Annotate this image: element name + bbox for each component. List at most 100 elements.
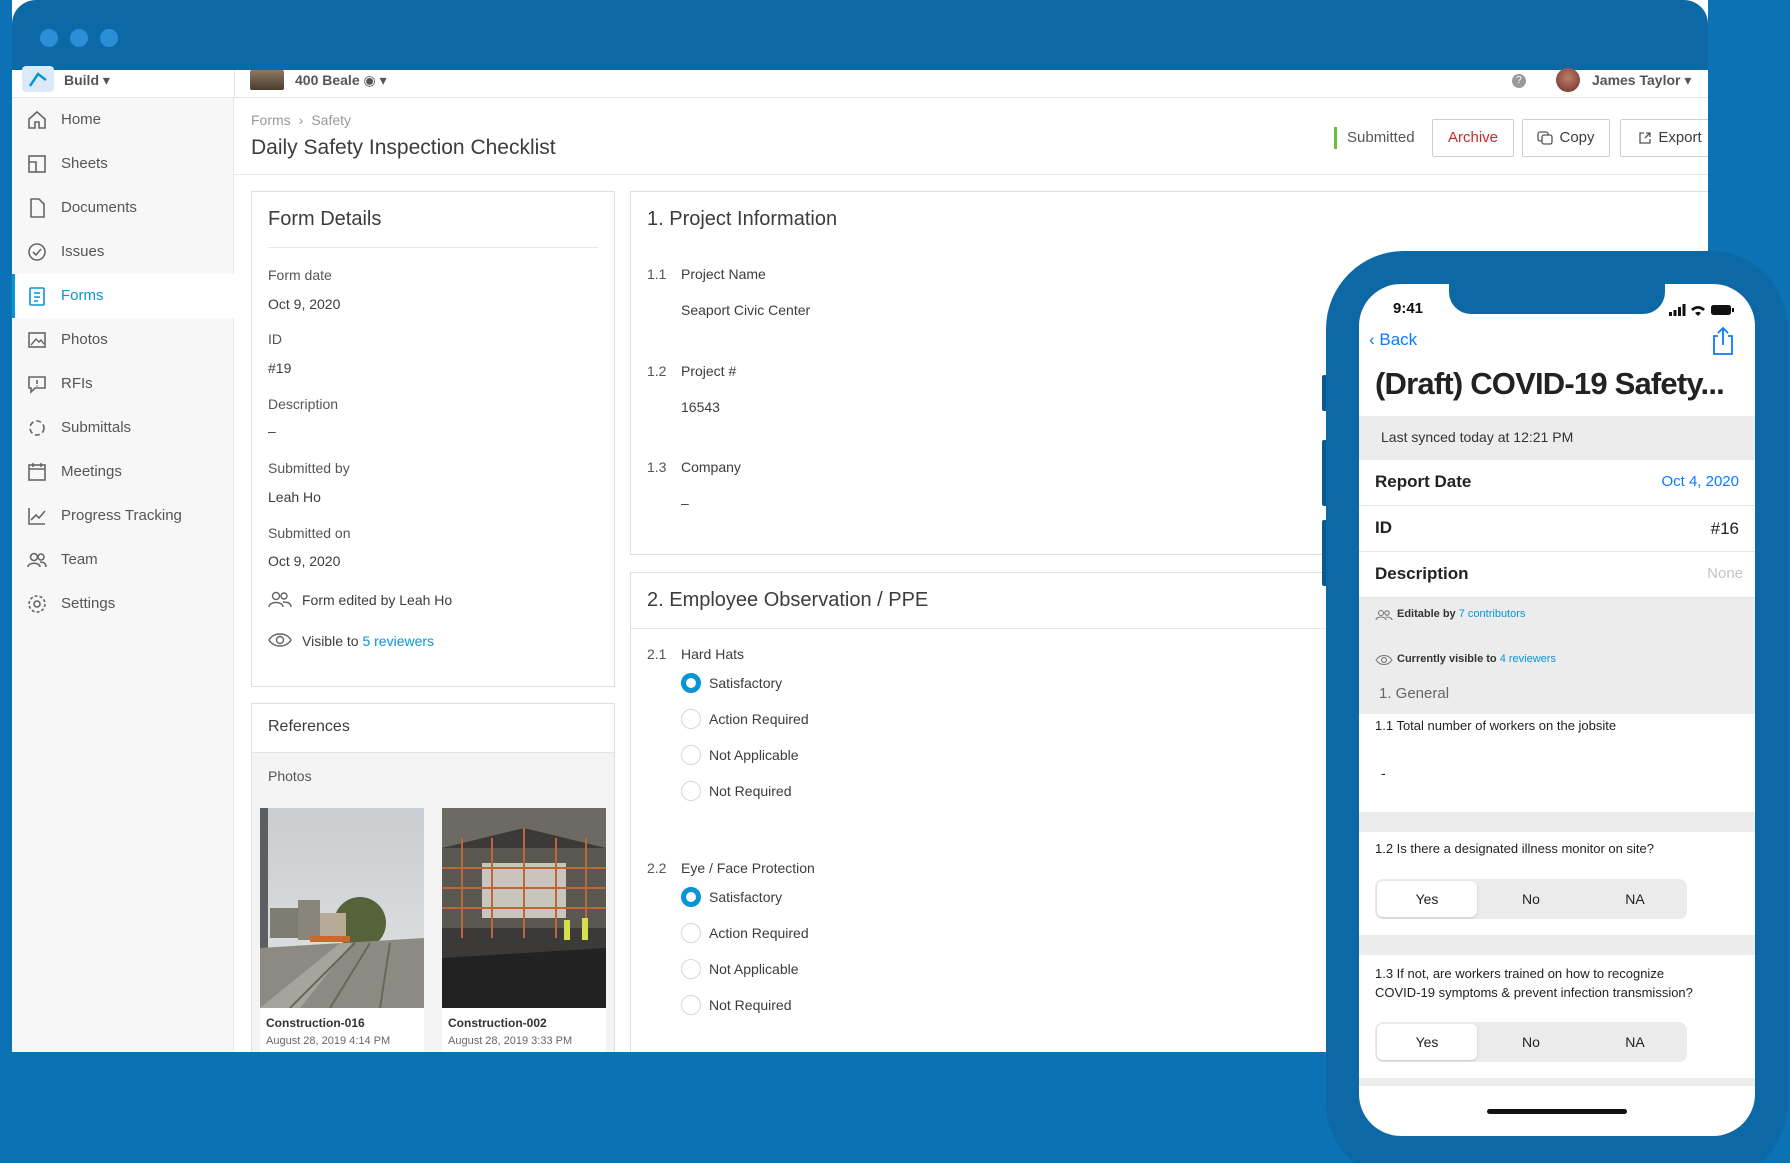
app-topbar: Build ▾ 400 Beale ◉ ▾ ? James Taylor ▾ — [12, 66, 1708, 98]
section-title: 2. Employee Observation / PPE — [647, 589, 929, 611]
visible-prefix: Visible to — [302, 633, 363, 649]
question-label: Company — [681, 459, 741, 475]
window-maximize-dot[interactable] — [100, 29, 118, 47]
export-button[interactable]: Export — [1620, 119, 1708, 157]
segment-na[interactable]: NA — [1585, 1024, 1685, 1060]
project-name: 400 Beale — [295, 72, 360, 88]
meetings-icon — [28, 463, 46, 481]
report-date-row[interactable]: Report Date Oct 4, 2020 — [1359, 460, 1755, 506]
home-indicator[interactable] — [1487, 1109, 1627, 1114]
avatar[interactable] — [1556, 68, 1580, 92]
sidebar-item-label: Issues — [61, 243, 105, 260]
segment-no[interactable]: No — [1479, 1024, 1583, 1060]
sidebar-item-label: Photos — [61, 331, 108, 348]
segment-na[interactable]: NA — [1585, 881, 1685, 917]
radio-action-required[interactable] — [681, 709, 701, 729]
sidebar-item-label: Team — [61, 551, 98, 568]
sidebar-item-documents[interactable]: Documents — [12, 186, 234, 230]
radio-label: Not Required — [709, 783, 792, 799]
reviewers-link[interactable]: 4 reviewers — [1500, 653, 1556, 665]
question-line: 1.3 If not, are workers trained on how t… — [1375, 966, 1665, 981]
reviewers-link[interactable]: 5 reviewers — [362, 633, 434, 649]
radio-not-applicable[interactable] — [681, 959, 701, 979]
radio-satisfactory[interactable] — [681, 673, 701, 693]
copy-button[interactable]: Copy — [1522, 119, 1610, 157]
window-close-dot[interactable] — [40, 29, 58, 47]
sync-banner: Last synced today at 12:21 PM — [1359, 416, 1755, 460]
sidebar-item-issues[interactable]: Issues — [12, 230, 234, 274]
phone-question: 1.3 If not, are workers trained on how t… — [1375, 964, 1693, 1002]
photo-name: Construction-002 — [448, 1016, 547, 1030]
breadcrumb-safety[interactable]: Safety — [311, 112, 351, 128]
photo-thumbnail[interactable] — [260, 808, 424, 1009]
submitted-by-label: Submitted by — [268, 460, 350, 476]
radio-not-required[interactable] — [681, 781, 701, 801]
submitted-on-label: Submitted on — [268, 525, 351, 541]
share-icon[interactable] — [1711, 326, 1735, 356]
sidebar-item-settings[interactable]: Settings — [12, 582, 234, 626]
sidebar-item-photos[interactable]: Photos — [12, 318, 234, 362]
phone-answer[interactable]: - — [1381, 764, 1386, 783]
photos-label: Photos — [268, 768, 312, 784]
segment-yes[interactable]: Yes — [1377, 881, 1477, 917]
sidebar-item-home[interactable]: Home — [12, 98, 234, 142]
radio-label: Not Required — [709, 997, 792, 1013]
eye-icon — [268, 633, 292, 647]
sidebar-item-label: Sheets — [61, 155, 108, 172]
phone-notch — [1449, 284, 1665, 314]
sidebar-item-label: Home — [61, 111, 102, 128]
phone-time: 9:41 — [1393, 300, 1424, 317]
photo-date: August 28, 2019 4:14 PM — [266, 1035, 391, 1047]
document-icon — [30, 198, 45, 218]
question-number: 1.3 — [647, 459, 667, 475]
help-icon[interactable]: ? — [1512, 74, 1526, 88]
sidebar-item-meetings[interactable]: Meetings — [12, 450, 234, 494]
phone-question: 1.2 Is there a designated illness monito… — [1375, 841, 1654, 856]
radio-satisfactory[interactable] — [681, 887, 701, 907]
radio-action-required[interactable] — [681, 923, 701, 943]
form-details-title: Form Details — [268, 208, 382, 230]
window-minimize-dot[interactable] — [70, 29, 88, 47]
question-line: COVID-19 symptoms & prevent infection tr… — [1375, 985, 1693, 1000]
radio-label: Satisfactory — [709, 675, 783, 691]
radio-label: Not Applicable — [709, 747, 799, 763]
radio-not-required[interactable] — [681, 995, 701, 1015]
breadcrumb-separator: › — [298, 112, 304, 128]
visible-prefix: Currently visible to — [1397, 653, 1500, 665]
issues-icon — [28, 243, 46, 261]
section-title: 1. Project Information — [647, 208, 838, 230]
sidebar-item-team[interactable]: Team — [12, 538, 234, 582]
radio-not-applicable[interactable] — [681, 745, 701, 765]
submittals-icon — [29, 420, 45, 436]
contributors-link[interactable]: 7 contributors — [1459, 608, 1526, 620]
editable-by: Editable by 7 contributors — [1397, 608, 1525, 620]
question-separator — [1359, 812, 1755, 832]
export-label: Export — [1658, 129, 1702, 146]
sidebar-item-label: Meetings — [61, 463, 122, 480]
description-value: – — [268, 423, 276, 439]
report-date-label: Report Date — [1375, 472, 1472, 491]
sidebar-item-rfis[interactable]: RFIs — [12, 362, 234, 406]
sidebar-item-sheets[interactable]: Sheets — [12, 142, 234, 186]
breadcrumb-forms[interactable]: Forms — [251, 112, 291, 128]
sheets-icon — [28, 155, 46, 173]
sidebar-item-forms[interactable]: Forms — [12, 274, 234, 318]
archive-button[interactable]: Archive — [1432, 119, 1514, 157]
app-switcher[interactable]: Build ▾ — [64, 72, 110, 89]
phone-form-title: (Draft) COVID-19 Safety... — [1375, 366, 1725, 401]
photo-thumbnail[interactable] — [442, 808, 606, 1008]
question-separator — [1359, 935, 1755, 955]
sidebar-item-progress-tracking[interactable]: Progress Tracking — [12, 494, 234, 538]
segment-no[interactable]: No — [1479, 881, 1583, 917]
app-logo-icon[interactable] — [22, 66, 54, 92]
user-menu[interactable]: James Taylor ▾ — [1592, 72, 1691, 89]
segment-yes[interactable]: Yes — [1377, 1024, 1477, 1060]
form-edited-by: Form edited by Leah Ho — [302, 592, 453, 608]
project-switcher[interactable]: 400 Beale ◉ ▾ — [295, 72, 387, 89]
radio-label: Not Applicable — [709, 961, 799, 977]
back-button[interactable]: ‹ Back — [1369, 330, 1417, 350]
description-row[interactable]: Description None — [1359, 552, 1755, 598]
sidebar-item-submittals[interactable]: Submittals — [12, 406, 234, 450]
form-details-card: Form Details Form date Oct 9, 2020 ID #1… — [251, 191, 615, 687]
description-label: Description — [268, 396, 339, 412]
